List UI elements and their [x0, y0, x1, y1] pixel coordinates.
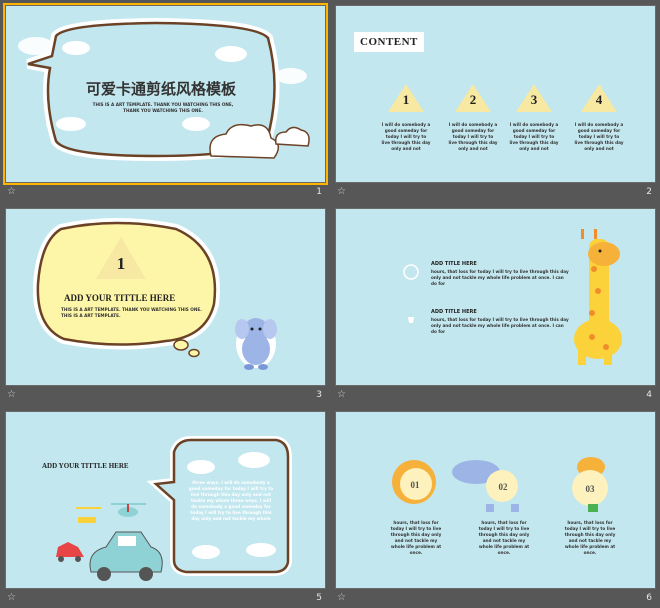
- slide-thumbnail-5[interactable]: ADD YOUR TITTLE HERE three ways. I will …: [5, 411, 326, 606]
- cup-icon: [408, 317, 414, 323]
- block-text: hours, that loss for today I will try to…: [431, 317, 569, 334]
- slide-thumbnail-1[interactable]: 可爱卡通剪纸风格模板 THIS IS A ART TEMPLATE. THANK…: [3, 3, 328, 200]
- star-icon[interactable]: ☆: [337, 387, 346, 403]
- content-item-4: 4 I will do somebody a good someday for …: [574, 84, 624, 151]
- slide-3-subtitle: THIS IS A ART TEMPLATE. THANK YOU WATCHI…: [61, 307, 202, 318]
- star-icon[interactable]: ☆: [7, 387, 16, 403]
- slide-number-5: 5: [316, 593, 322, 603]
- slide-thumbnail-6[interactable]: 01 02 03 hours, that loss for today I wi…: [335, 411, 656, 606]
- clock-icon: [403, 264, 419, 280]
- slide-number-4: 4: [646, 390, 652, 400]
- item-number-02: 02: [498, 482, 508, 492]
- item-text-02: hours, that loss for today I will try to…: [478, 520, 530, 555]
- item-number: 3: [530, 92, 538, 107]
- item-text: I will do somebody a good someday for to…: [381, 122, 431, 151]
- block-title: ADD TITLE HERE: [431, 309, 477, 315]
- info-block-2: ADD TITLE HERE hours, that loss for toda…: [431, 309, 571, 335]
- item-number: 2: [469, 92, 477, 107]
- red-car-icon: [56, 542, 84, 562]
- helicopter-icon: [111, 503, 146, 517]
- block-text: hours, that loss for today I will try to…: [431, 269, 569, 286]
- item-text: I will do somebody a good someday for to…: [509, 122, 559, 151]
- slide-1-subtitle: THIS IS A ART TEMPLATE. THANK YOU WATCHI…: [92, 102, 234, 113]
- car-bubble-art: [56, 436, 292, 581]
- giraffe-icon: [574, 229, 622, 365]
- item-text: I will do somebody a good someday for to…: [574, 122, 624, 151]
- item-text-03: hours, that loss for today I will try to…: [564, 520, 616, 555]
- slide-thumbnail-2[interactable]: CONTENT 1 I will do somebody a good some…: [335, 5, 656, 200]
- content-item-2: 2 I will do somebody a good someday for …: [448, 84, 498, 151]
- item-text-01: hours, that loss for today I will try to…: [390, 520, 442, 555]
- content-item-1: 1 I will do somebody a good someday for …: [381, 84, 431, 151]
- star-icon[interactable]: ☆: [337, 184, 346, 200]
- star-icon[interactable]: ☆: [7, 184, 16, 200]
- item-text: I will do somebody a good someday for to…: [448, 122, 498, 151]
- slide-3-number: 1: [116, 254, 126, 273]
- slide-2-canvas: CONTENT 1 I will do somebody a good some…: [335, 5, 656, 183]
- slide-3-title: ADD YOUR TITTLE HERE: [64, 293, 176, 303]
- slide-5-text: three ways. I will do somebody a good so…: [188, 480, 274, 521]
- car-icon: [89, 531, 163, 581]
- slide-thumbnail-4[interactable]: ADD TITLE HERE hours, that loss for toda…: [335, 208, 656, 403]
- content-item-3: 3 I will do somebody a good someday for …: [509, 84, 559, 151]
- slide-thumbnail-3[interactable]: 1 ADD YOUR TITTLE HERE THIS IS A ART TEM…: [5, 208, 326, 403]
- item-number-03: 03: [585, 484, 595, 494]
- plane-icon: [76, 507, 101, 523]
- slide-3-canvas: 1 ADD YOUR TITTLE HERE THIS IS A ART TEM…: [5, 208, 326, 386]
- star-icon[interactable]: ☆: [337, 590, 346, 606]
- slide-6-canvas: 01 02 03 hours, that loss for today I wi…: [335, 411, 656, 589]
- star-icon[interactable]: ☆: [7, 590, 16, 606]
- block-title: ADD TITLE HERE: [431, 261, 477, 267]
- animals-art: [392, 457, 608, 512]
- slide-5-canvas: ADD YOUR TITTLE HERE three ways. I will …: [5, 411, 326, 589]
- item-number-01: 01: [410, 480, 420, 490]
- elephant-icon: [235, 318, 277, 370]
- slide-1-canvas: 可爱卡通剪纸风格模板 THIS IS A ART TEMPLATE. THANK…: [3, 3, 328, 185]
- slide-5-title: ADD YOUR TITTLE HERE: [42, 462, 129, 470]
- slide-number-6: 6: [646, 593, 652, 603]
- giraffe-art: [403, 229, 622, 365]
- slide-4-canvas: ADD TITLE HERE hours, that loss for toda…: [335, 208, 656, 386]
- item-number: 4: [595, 92, 603, 107]
- slide-number-1: 1: [316, 187, 322, 197]
- item-number: 1: [402, 92, 410, 107]
- slide-number-2: 2: [646, 187, 652, 197]
- content-heading: CONTENT: [354, 32, 424, 52]
- info-block-1: ADD TITLE HERE hours, that loss for toda…: [431, 261, 571, 287]
- slide-number-3: 3: [316, 390, 322, 400]
- slide-1-title: 可爱卡通剪纸风格模板: [85, 80, 236, 98]
